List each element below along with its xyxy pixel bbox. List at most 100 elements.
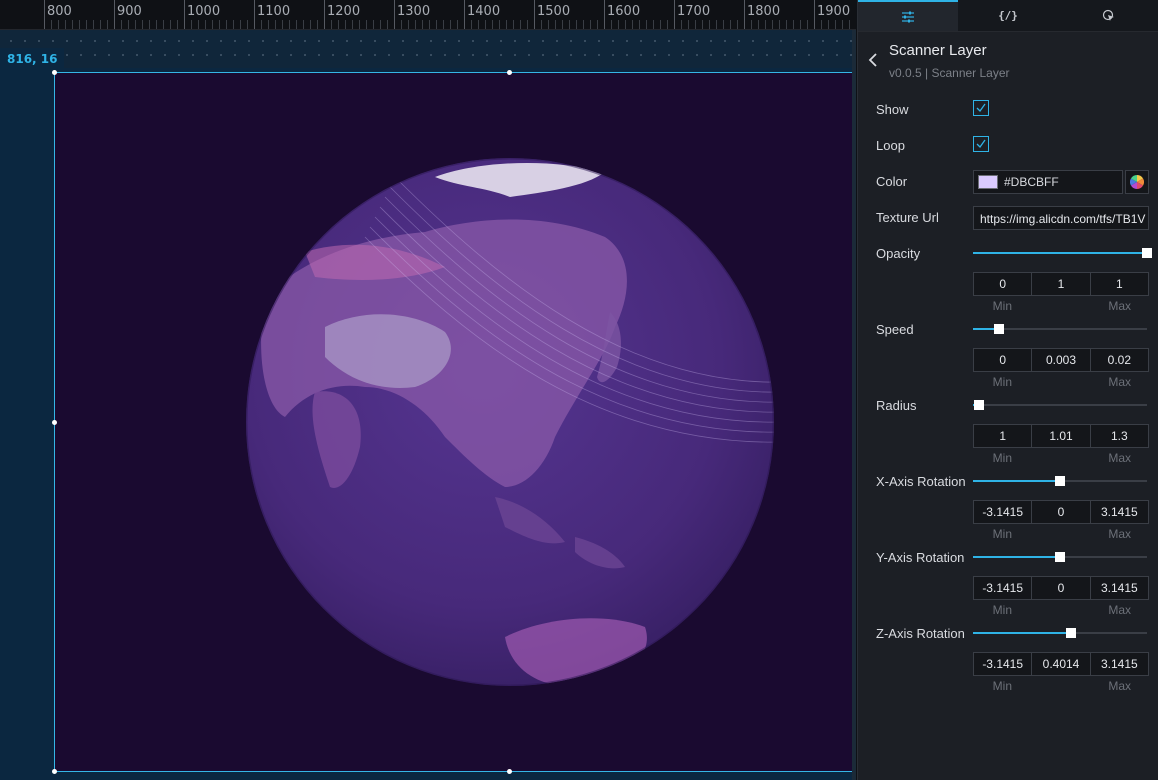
ruler-minor-tick [667,20,668,29]
ruler-minor-tick [72,20,73,29]
min-caption: Min [992,679,1012,693]
resize-handle-left-mid[interactable] [52,420,57,425]
opacity-slider-handle[interactable] [1142,248,1152,258]
ruler-minor-tick [443,20,444,29]
xrot-min-input[interactable]: -3.1415 [974,501,1033,523]
ruler-minor-tick [387,20,388,29]
resize-handle-bottom-mid[interactable] [507,769,512,774]
zrot-captions: Min Max [973,679,1149,693]
config-tab[interactable] [858,0,958,31]
yrot-label: Y-Axis Rotation [876,550,965,565]
yrot-captions: Min Max [973,603,1149,617]
ruler-minor-tick [758,20,759,29]
opacity-max-input[interactable]: 1 [1091,273,1148,295]
min-caption: Min [992,299,1012,313]
ruler-minor-tick [772,20,773,29]
yrot-min-input[interactable]: -3.1415 [974,577,1033,599]
max-caption: Max [1108,603,1132,617]
component-stage[interactable] [52,70,854,774]
resize-handle-top-mid[interactable] [507,70,512,75]
loop-checkbox[interactable] [973,136,989,152]
speed-value-input[interactable]: 0.003 [1032,349,1091,371]
color-picker-button[interactable] [1125,170,1149,194]
show-label: Show [876,102,909,117]
radius-value-input[interactable]: 1.01 [1032,425,1091,447]
ruler-minor-tick [177,20,178,29]
ruler-major-tick [674,0,675,29]
ruler-minor-tick [597,20,598,29]
ruler-major-tick [254,0,255,29]
ruler-minor-tick [576,20,577,29]
yrot-value-input[interactable]: 0 [1032,577,1091,599]
radius-max-input[interactable]: 1.3 [1091,425,1148,447]
ruler-minor-tick [373,20,374,29]
texture-url-input[interactable]: https://img.alicdn.com/tfs/TB1V [973,206,1149,230]
ruler-minor-tick [730,20,731,29]
back-arrow-icon[interactable] [866,52,882,68]
ruler-minor-tick [737,20,738,29]
xrot-slider-handle[interactable] [1055,476,1065,486]
coordinate-readout: 816, 16 [0,48,65,70]
ruler-minor-tick [240,20,241,29]
resize-handle-bottom-left[interactable] [52,769,57,774]
opacity-slider[interactable] [973,248,1152,258]
opacity-value-input[interactable]: 1 [1032,273,1091,295]
color-hex-value[interactable]: #DBCBFF [1004,175,1059,189]
speed-max-input[interactable]: 0.02 [1091,349,1148,371]
speed-min-input[interactable]: 0 [974,349,1033,371]
zrot-slider-handle[interactable] [1066,628,1077,638]
ruler-tick-label: 1800 [747,4,781,19]
ruler-minor-tick [695,20,696,29]
zrot-slider[interactable] [973,628,1147,638]
ruler-minor-tick [499,20,500,29]
code-tab[interactable]: {/} [958,0,1058,31]
xrot-slider[interactable] [973,476,1147,486]
ruler-minor-tick [121,20,122,29]
ruler-minor-tick [296,20,297,29]
ruler-minor-tick [86,20,87,29]
ruler-minor-tick [583,20,584,29]
ruler-tick-label: 800 [47,4,72,19]
yrot-range-inputs: -3.1415 0 3.1415 [973,576,1149,600]
panel-header: Scanner Layer v0.0.5 | Scanner Layer [858,38,1158,88]
xrot-label: X-Axis Rotation [876,474,966,489]
ruler-minor-tick [233,20,234,29]
radius-slider-handle[interactable] [973,400,984,410]
yrot-slider-handle[interactable] [1055,552,1065,562]
opacity-min-input[interactable]: 0 [974,273,1033,295]
canvas-vertical-scrollbar[interactable] [852,30,856,780]
color-input[interactable]: #DBCBFF [973,170,1123,194]
zrot-value-input[interactable]: 0.4014 [1032,653,1091,675]
ruler-minor-tick [436,20,437,29]
min-caption: Min [992,451,1012,465]
ruler-major-tick [744,0,745,29]
xrot-max-input[interactable]: 3.1415 [1091,501,1148,523]
ruler-minor-tick [219,20,220,29]
speed-slider[interactable] [973,324,1147,334]
interaction-tab[interactable] [1058,0,1158,31]
ruler-tick-label: 1000 [187,4,221,19]
ruler-minor-tick [611,20,612,29]
ruler-minor-tick [492,20,493,29]
check-icon [976,103,986,113]
opacity-label: Opacity [876,246,921,261]
panel-tabs: {/} [858,0,1158,32]
zrot-label: Z-Axis Rotation [876,626,965,641]
resize-handle-top-left[interactable] [52,70,57,75]
ruler-minor-tick [429,20,430,29]
scanner-globe[interactable] [245,157,775,687]
ruler-minor-tick [590,20,591,29]
color-label: Color [876,174,908,189]
ruler-major-tick [184,0,185,29]
yrot-max-input[interactable]: 3.1415 [1091,577,1148,599]
radius-slider[interactable] [973,400,1147,410]
zrot-min-input[interactable]: -3.1415 [974,653,1033,675]
color-swatch[interactable] [978,175,998,189]
show-checkbox[interactable] [973,100,989,116]
yrot-slider[interactable] [973,552,1147,562]
xrot-value-input[interactable]: 0 [1032,501,1091,523]
zrot-max-input[interactable]: 3.1415 [1091,653,1148,675]
radius-min-input[interactable]: 1 [974,425,1033,447]
ruler-minor-tick [422,20,423,29]
speed-slider-handle[interactable] [994,324,1005,334]
